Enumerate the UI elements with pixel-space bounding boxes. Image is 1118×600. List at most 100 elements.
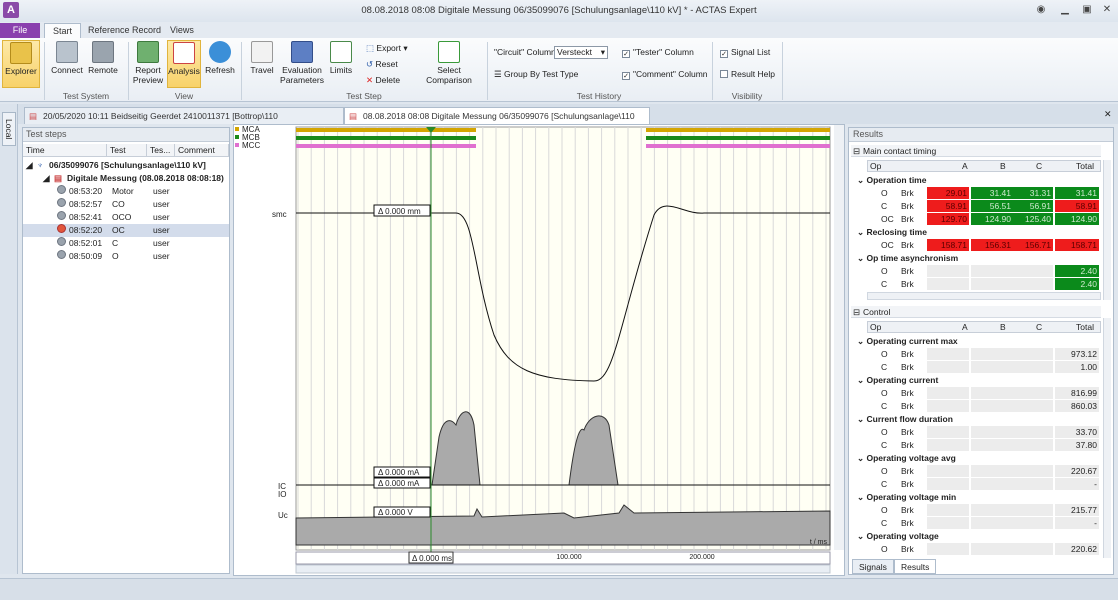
remote-icon — [92, 41, 114, 63]
cell-c: 56.91 — [1013, 200, 1053, 212]
cell-a — [927, 400, 969, 412]
step-tester: user — [153, 186, 170, 196]
control-group: ⌄ Operating current — [857, 375, 939, 385]
group-by-test-type-button[interactable]: ☰ Group By Test Type — [494, 69, 578, 80]
reset-button[interactable]: ↺ Reset — [366, 59, 398, 70]
step-row[interactable]: 08:50:09 Ouser — [23, 250, 229, 263]
results-scrollbar-top[interactable] — [1103, 160, 1111, 300]
travel-button[interactable]: Travel — [246, 40, 278, 88]
export-icon: ⬚ — [366, 43, 377, 53]
result-row[interactable]: C Brk 1.00 — [867, 361, 1101, 374]
cell-a — [927, 361, 969, 373]
results-scrollbar-bottom[interactable] — [1103, 318, 1111, 558]
cell-t: 33.70 — [1055, 426, 1099, 438]
group-test-system: Test System — [62, 91, 110, 101]
tab-views[interactable]: Views — [162, 23, 202, 38]
result-row[interactable]: C Brk 2.40 — [867, 278, 1101, 291]
maximize-icon[interactable]: ▣ — [1080, 4, 1094, 17]
help-icon[interactable]: ◉ — [1034, 4, 1048, 17]
cell-t: 158.71 — [1055, 239, 1099, 251]
result-row[interactable]: C Brk 860.03 — [867, 400, 1101, 413]
cell-a — [927, 465, 969, 477]
document-icon: ▤ — [29, 111, 38, 121]
doc-tab-1[interactable]: ▤ 20/05/2020 10:11 Beidseitig Geerdet 241… — [24, 107, 344, 137]
signal-chart[interactable]: MCA MCB MCC smc Δ 0.000 mm IC IO Δ 0.000 mA Δ 0.… — [233, 124, 845, 576]
control-section[interactable]: ⊟ Control — [851, 306, 1101, 318]
remote-button[interactable]: Remote — [86, 40, 120, 88]
chart-canvas[interactable]: MCAMCBMCCsmc Δ 0.000 mmICIOΔ 0.000 mAΔ 0.… — [234, 125, 846, 577]
close-document-icon[interactable]: ✕ — [1104, 109, 1112, 120]
result-row[interactable]: O Brk 29.01 31.41 31.31 31.41 — [867, 187, 1101, 200]
tab-start[interactable]: Start — [44, 23, 82, 38]
tree-child[interactable]: ◢ ▤ Digitale Messung (08.08.2018 08:08:18) — [23, 172, 229, 185]
control-group: ⌄ Operating current max — [857, 336, 958, 346]
analysis-button[interactable]: Analysis — [167, 40, 201, 88]
tick-100: 100.000 — [556, 554, 581, 561]
col-time[interactable]: Time — [23, 144, 107, 157]
result-row[interactable]: O Brk 973.12 — [867, 348, 1101, 361]
report-preview-button[interactable]: Report Preview — [131, 40, 165, 88]
tab-file[interactable]: File — [0, 23, 40, 38]
cell-t: 816.99 — [1055, 387, 1099, 399]
result-row[interactable]: O Brk 215.77 — [867, 504, 1101, 517]
minimize-icon[interactable]: ▁ — [1058, 4, 1072, 17]
cell-t: 124.90 — [1055, 213, 1099, 225]
tree-root[interactable]: ◢ ♆ 06/35099076 [Schulungsanlage\110 kV] — [23, 159, 229, 172]
evaluation-parameters-button[interactable]: Evaluation Parameters — [280, 40, 324, 88]
refresh-button[interactable]: Refresh — [203, 40, 237, 88]
col-tester[interactable]: Tes... — [147, 144, 175, 157]
result-row[interactable]: C Brk 58.91 56.51 56.91 58.91 — [867, 200, 1101, 213]
cell-c — [1013, 543, 1053, 555]
step-time: 08:52:41 — [69, 212, 103, 222]
travel-icon — [251, 41, 273, 63]
step-tester: user — [153, 225, 170, 235]
limits-button[interactable]: Limits — [326, 40, 356, 88]
result-row[interactable]: O Brk 220.67 — [867, 465, 1101, 478]
cell-c — [1013, 465, 1053, 477]
cell-a: 158.71 — [927, 239, 969, 251]
tab-signals[interactable]: Signals — [852, 559, 894, 574]
result-row[interactable]: O Brk 816.99 — [867, 387, 1101, 400]
tab-results[interactable]: Results — [894, 559, 937, 574]
step-row[interactable]: 08:52:20 OC user — [23, 224, 229, 237]
cell-a — [927, 517, 969, 529]
group-test-step: Test Step — [346, 91, 382, 101]
test-steps-title: Test steps — [23, 128, 229, 142]
collapse-icon: ⊟ — [853, 146, 861, 156]
result-help-checkbox[interactable]: Result Help — [720, 69, 775, 80]
result-row[interactable]: OC Brk 129.70 124.90 125.40 124.90 — [867, 213, 1101, 226]
tab-reference-record[interactable]: Reference Record — [80, 23, 169, 38]
signal-list-checkbox[interactable]: ✓ Signal List — [720, 47, 770, 58]
delete-button[interactable]: ✕ Delete — [366, 75, 400, 86]
export-button[interactable]: ⬚ Export ▾ — [366, 43, 408, 54]
circuit-column-select[interactable]: Versteckt ▾ — [554, 46, 608, 59]
result-row[interactable]: C Brk - — [867, 478, 1101, 491]
chevron-down-icon: ▾ — [600, 47, 605, 57]
result-row[interactable]: O Brk 220.62 — [867, 543, 1101, 556]
step-row[interactable]: 08:52:57 CO user — [23, 198, 229, 211]
step-row[interactable]: 08:52:01 Cuser — [23, 237, 229, 250]
explorer-button[interactable]: Explorer — [2, 40, 40, 88]
cell-a — [927, 504, 969, 516]
col-test[interactable]: Test — [107, 144, 147, 157]
result-row[interactable]: O Brk 2.40 — [867, 265, 1101, 278]
close-icon[interactable]: ✕ — [1100, 4, 1114, 17]
tester-column-checkbox[interactable]: ✓ "Tester" Column — [622, 47, 694, 58]
result-row[interactable]: OC Brk 158.71 156.31 156.71 158.71 — [867, 239, 1101, 252]
col-comment[interactable]: Comment — [175, 144, 229, 157]
cell-b — [971, 361, 1013, 373]
main-contact-section[interactable]: ⊟ Main contact timing — [851, 145, 1101, 157]
result-row[interactable]: O Brk 33.70 — [867, 426, 1101, 439]
result-row[interactable]: C Brk 37.80 — [867, 439, 1101, 452]
step-row[interactable]: 08:52:41 OCO user — [23, 211, 229, 224]
step-test: CO — [112, 199, 125, 209]
step-row[interactable]: 08:53:20 Motor user — [23, 185, 229, 198]
connect-button[interactable]: Connect — [50, 40, 84, 88]
horizontal-scrollbar[interactable] — [867, 292, 1101, 300]
doc-tab-2[interactable]: ▤ 08.08.2018 08:08 Digitale Messung 06/35… — [344, 107, 650, 137]
comment-column-checkbox[interactable]: ✓ "Comment" Column — [622, 69, 708, 80]
cell-b — [971, 465, 1013, 477]
local-panel-tab[interactable]: Local — [2, 112, 16, 146]
result-row[interactable]: C Brk - — [867, 517, 1101, 530]
select-comparison-button[interactable]: Select Comparison — [424, 40, 474, 88]
